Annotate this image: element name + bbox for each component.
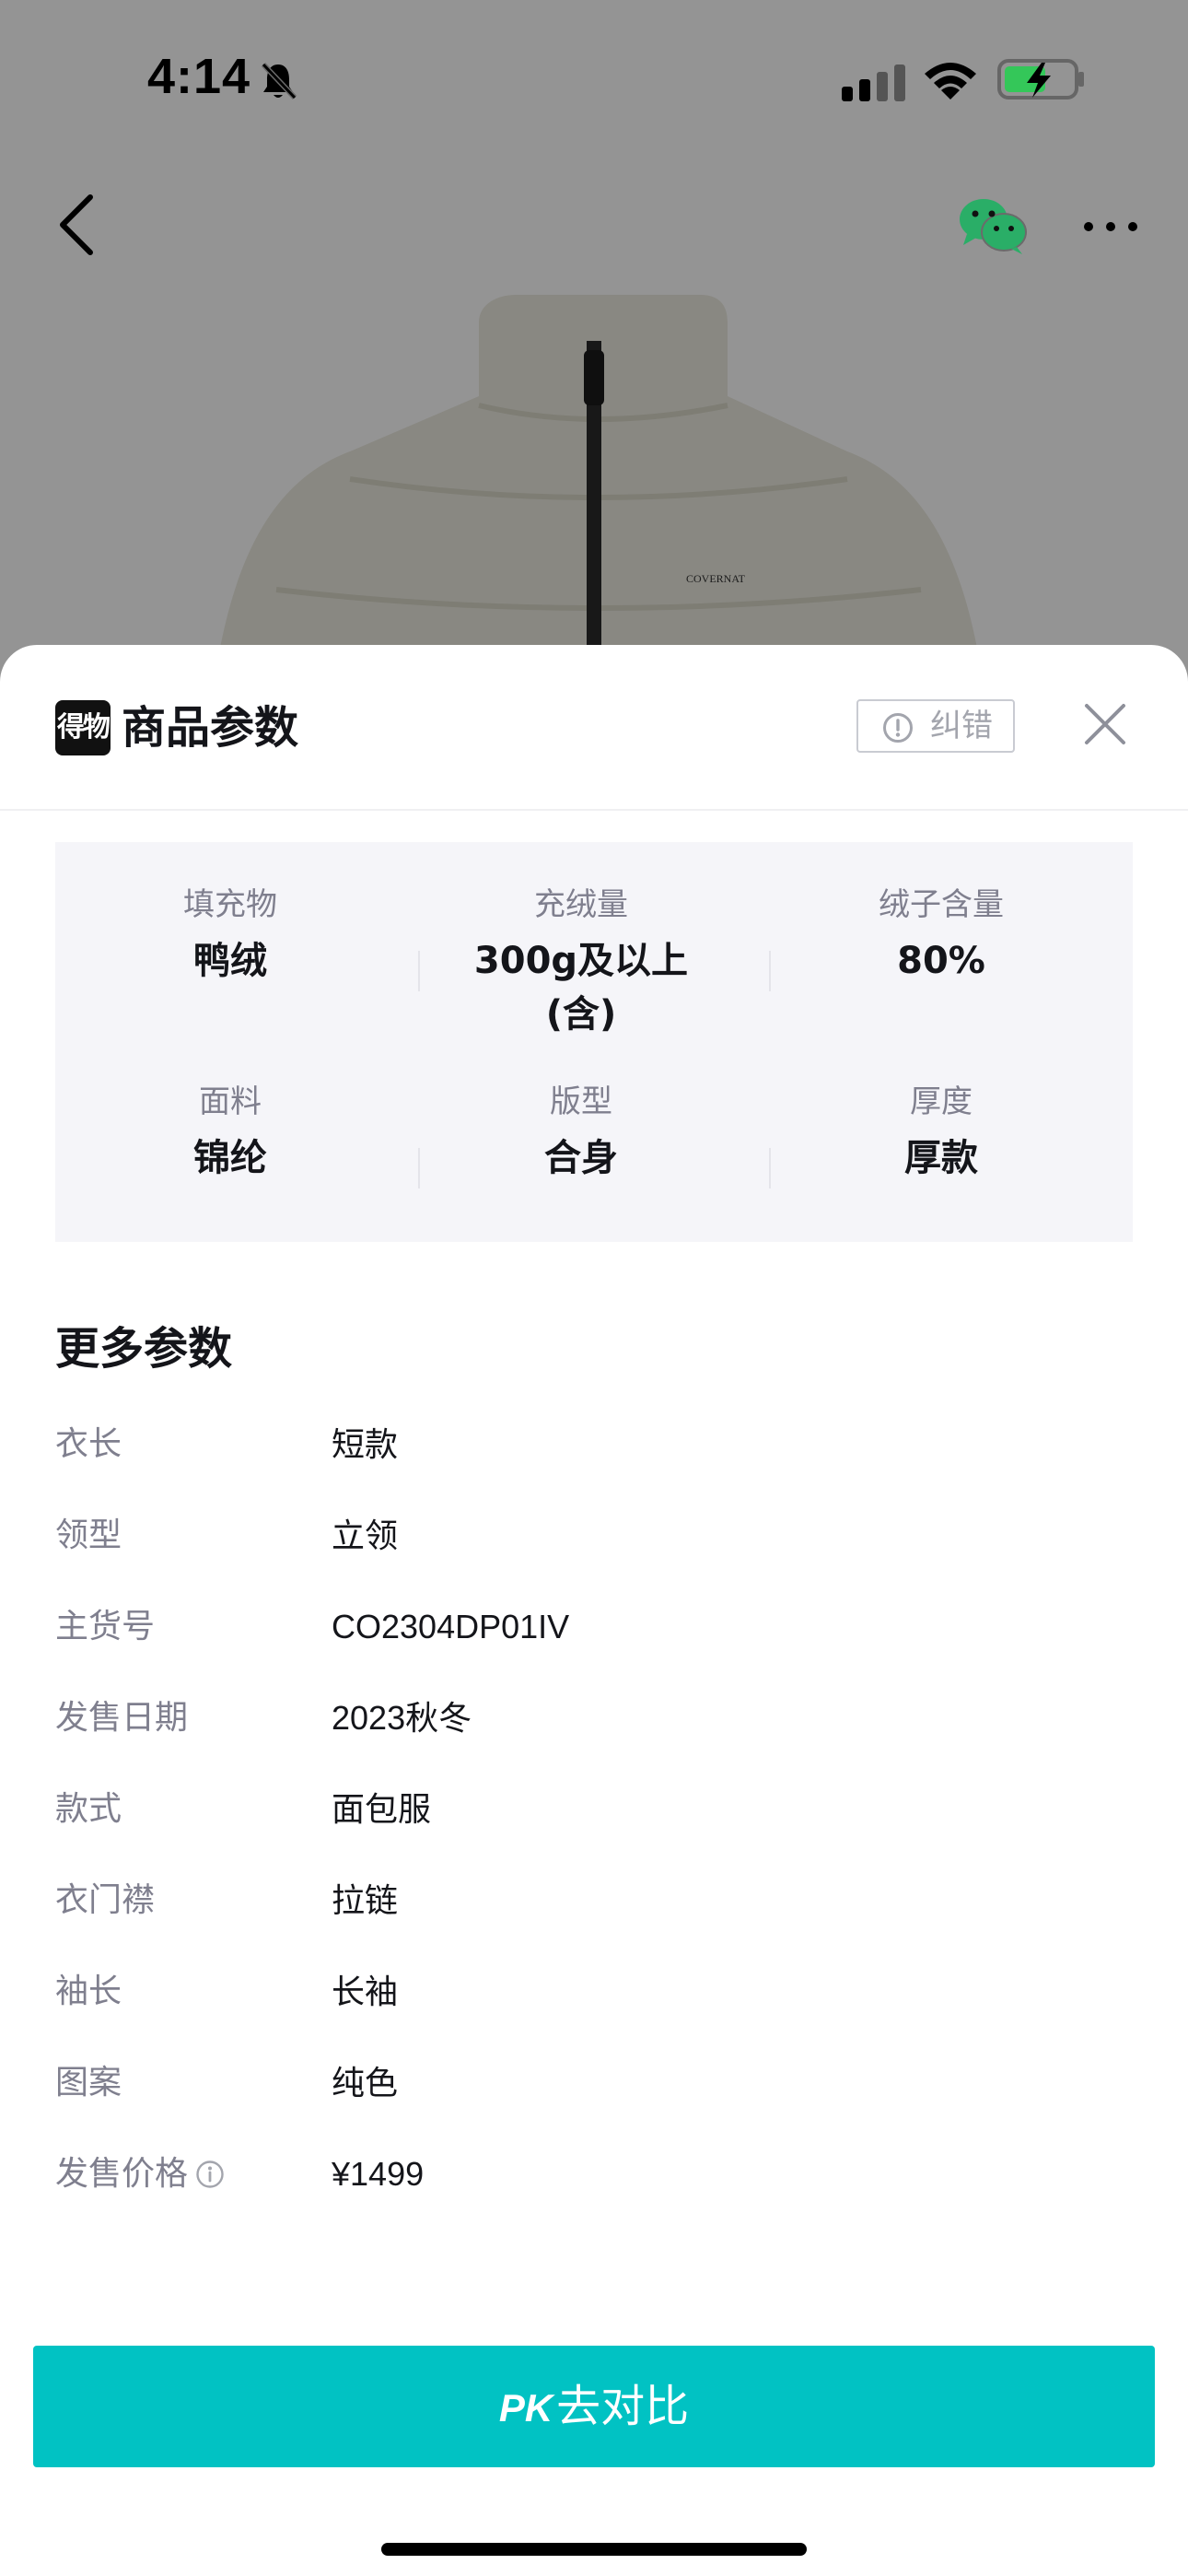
row-value: 纯色 <box>332 2064 399 2102</box>
row-label: 发售日期 <box>55 1699 189 1737</box>
product-params-sheet: 得物 商品参数 纠错 填充物 鸭绒 充绒量 300g及以上 (含) 绒子含量 8… <box>0 645 1188 2576</box>
cellular-signal-icon <box>842 64 905 101</box>
row-label: 衣门襟 <box>55 1881 156 1919</box>
battery-charging-icon <box>997 59 1084 100</box>
wechat-share-icon[interactable] <box>958 195 1028 256</box>
row-value: 短款 <box>332 1425 399 1463</box>
row-value: 拉链 <box>332 1881 399 1919</box>
status-time: 4:14 <box>147 49 251 104</box>
back-chevron-icon[interactable] <box>53 192 105 258</box>
row-value: 面包服 <box>332 1790 432 1828</box>
list-item: 发售日期 2023秋冬 <box>55 1691 1133 1746</box>
param-label: 面料 <box>199 1083 262 1120</box>
row-value: 立领 <box>332 1516 399 1554</box>
row-label: 衣长 <box>55 1425 122 1463</box>
list-item: 衣长 短款 <box>55 1417 1133 1472</box>
param-value-line1: 300g及以上 <box>473 940 689 982</box>
bell-muted-icon <box>261 62 297 100</box>
list-item: 款式 面包服 <box>55 1782 1133 1837</box>
row-value: CO2304DP01IV <box>332 1608 570 1645</box>
close-icon[interactable] <box>1083 702 1127 746</box>
list-item: 袖长 长袖 <box>55 1964 1133 2020</box>
exclamation-circle-icon <box>883 713 913 743</box>
param-thickness: 厚度 厚款 <box>766 1082 1116 1185</box>
param-fabric: 面料 锦纶 <box>55 1082 405 1185</box>
row-label: 款式 <box>55 1790 122 1828</box>
row-value: ¥1499 <box>332 2155 425 2193</box>
row-label: 图案 <box>55 2064 122 2102</box>
more-options-icon[interactable] <box>1083 208 1138 245</box>
row-label: 袖长 <box>55 1973 122 2010</box>
list-item: 领型 立领 <box>55 1508 1133 1563</box>
param-label: 版型 <box>550 1083 612 1120</box>
report-error-label: 纠错 <box>930 708 993 744</box>
param-value: 80% <box>897 940 985 982</box>
row-label: 领型 <box>55 1516 122 1554</box>
param-value: 300g及以上 (含) <box>406 934 756 1041</box>
pk-prefix: PK <box>498 2386 553 2430</box>
status-bar: 4:14 <box>0 0 1188 157</box>
param-value: 鸭绒 <box>193 940 267 982</box>
param-label: 充绒量 <box>534 886 628 923</box>
more-params-title: 更多参数 <box>55 1323 233 1375</box>
param-label: 绒子含量 <box>879 886 1004 923</box>
wifi-icon <box>925 63 976 100</box>
pk-compare-button[interactable]: PK去对比 <box>33 2346 1155 2467</box>
param-label: 填充物 <box>183 886 277 923</box>
row-value: 2023秋冬 <box>332 1699 472 1737</box>
key-params-grid: 填充物 鸭绒 充绒量 300g及以上 (含) 绒子含量 80% 面料 锦纶 版型… <box>55 842 1133 1242</box>
list-item: 主货号 CO2304DP01IV <box>55 1599 1133 1655</box>
param-value: 合身 <box>544 1137 618 1179</box>
row-label: 主货号 <box>55 1608 156 1645</box>
home-indicator[interactable] <box>381 2543 807 2556</box>
list-item: 发售价格 ¥1499 <box>55 2147 1133 2202</box>
list-item: 衣门襟 拉链 <box>55 1873 1133 1928</box>
param-value-line2: (含) <box>545 993 617 1036</box>
param-value: 锦纶 <box>193 1137 267 1179</box>
param-label: 厚度 <box>910 1083 973 1120</box>
sheet-header: 得物 商品参数 纠错 <box>0 645 1188 811</box>
param-filling: 填充物 鸭绒 <box>55 884 405 988</box>
report-error-button[interactable]: 纠错 <box>856 699 1015 753</box>
row-value: 长袖 <box>332 1973 399 2010</box>
info-icon[interactable] <box>195 2160 225 2189</box>
sheet-title: 商品参数 <box>122 702 299 754</box>
param-fill-weight: 充绒量 300g及以上 (含) <box>406 884 756 1041</box>
param-down-content: 绒子含量 80% <box>766 884 1116 988</box>
param-value: 厚款 <box>904 1137 978 1179</box>
param-fit: 版型 合身 <box>406 1082 756 1185</box>
app-logo: 得物 <box>55 700 111 755</box>
row-label: 发售价格 <box>55 2155 189 2193</box>
list-item: 图案 纯色 <box>55 2055 1133 2111</box>
pk-compare-label: 去对比 <box>556 2381 690 2432</box>
